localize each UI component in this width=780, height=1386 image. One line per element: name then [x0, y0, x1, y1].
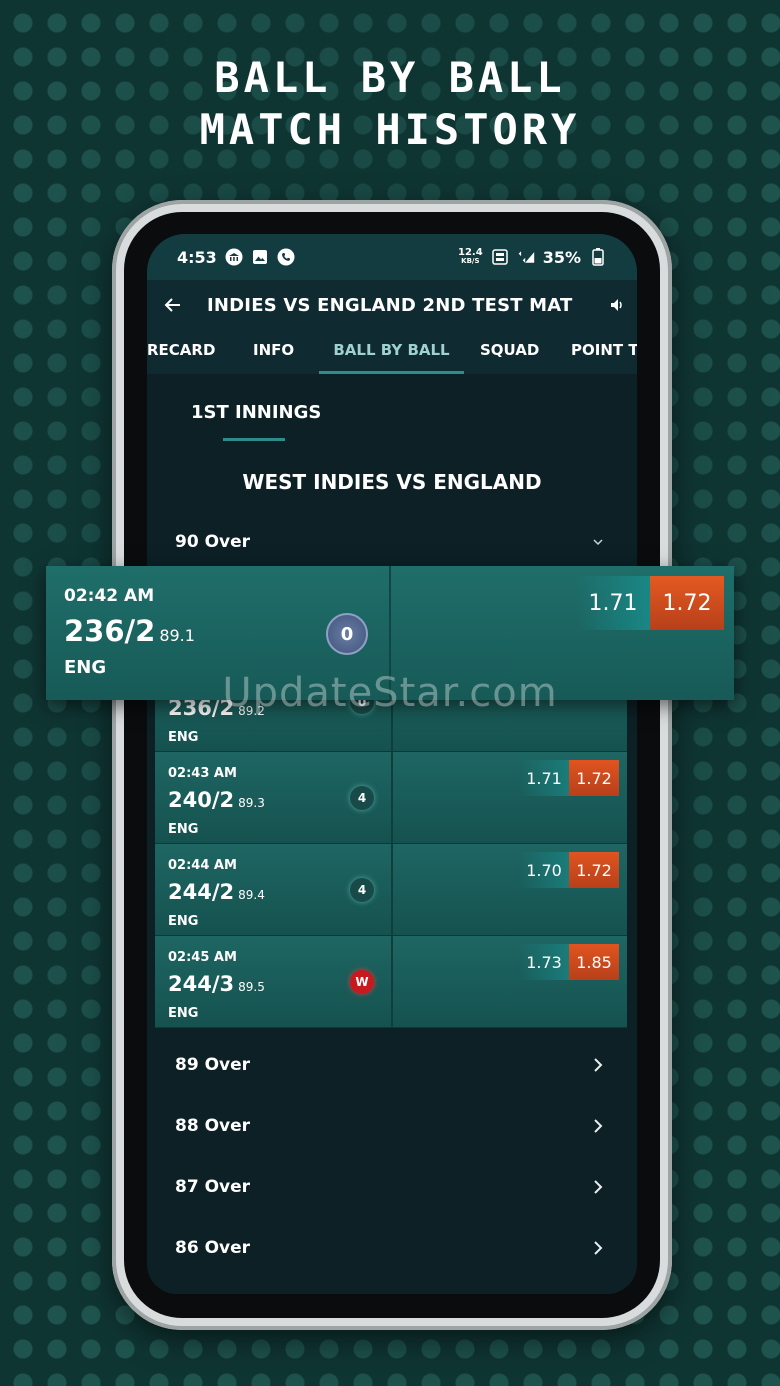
ball-team: ENG [168, 914, 199, 929]
bank-icon [225, 248, 243, 266]
ball-over: 89.1 [159, 626, 195, 645]
arrow-left-icon [164, 298, 180, 312]
tab-scorecard[interactable]: RECARD [147, 330, 215, 374]
chevron-right-icon [587, 1115, 609, 1137]
lay-odds: 1.85 [569, 944, 619, 980]
network-speed: 12.4 KB/S [458, 247, 483, 266]
ball-score: 244/3 [168, 972, 235, 996]
over-row[interactable]: 88 Over [147, 1101, 637, 1151]
ball-card: 02:45 AM 244/3 89.5 ENG W 1.73 1.85 [155, 936, 627, 1028]
ball-by-ball-content: 1ST INNINGS WEST INDIES VS ENGLAND 90 Ov… [147, 374, 637, 1294]
speaker-icon [611, 299, 622, 311]
ball-over: 89.5 [238, 980, 265, 994]
tab-info[interactable]: INFO [253, 330, 294, 374]
ball-over: 89.4 [238, 888, 265, 902]
promo-line-1: BALL BY BALL [214, 53, 566, 102]
signal-4g-icon [517, 248, 535, 266]
over-row-expanded[interactable]: 90 Over [147, 517, 637, 567]
chevron-right-icon [587, 1054, 609, 1076]
ball-time: 02:42 AM [64, 586, 155, 606]
tab-points-table[interactable]: POINT T [571, 330, 637, 374]
battery-percent: 35% [542, 247, 581, 267]
tab-ball-by-ball[interactable]: BALL BY BALL [319, 330, 464, 374]
over-row[interactable]: 86 Over [147, 1223, 637, 1273]
phone-call-icon [277, 248, 295, 266]
over-label: 88 Over [175, 1116, 251, 1136]
ball-card: 02:44 AM 244/2 89.4 ENG 4 1.70 1.72 [155, 844, 627, 936]
match-title-header: INDIES VS ENGLAND 2ND TEST MAT [207, 294, 573, 316]
ball-result: 4 [350, 878, 374, 902]
ball-time: 02:44 AM [168, 858, 237, 873]
over-label: 90 Over [175, 532, 251, 552]
chevron-down-icon [587, 531, 609, 553]
back-odds: 1.71 [519, 760, 569, 796]
back-button[interactable] [151, 283, 195, 327]
speaker-button[interactable] [597, 297, 637, 313]
match-title: WEST INDIES VS ENGLAND [242, 470, 542, 494]
over-row[interactable]: 87 Over [147, 1162, 637, 1212]
wicket-badge: W [350, 970, 374, 994]
ball-score: 244/2 [168, 880, 235, 904]
ball-time: 02:45 AM [168, 950, 237, 965]
ball-team: ENG [168, 1006, 199, 1021]
ball-team: ENG [168, 730, 199, 745]
ball-team: ENG [168, 822, 199, 837]
status-time: 4:53 [177, 247, 217, 267]
lay-odds: 1.72 [650, 576, 724, 630]
over-label: 87 Over [175, 1177, 251, 1197]
ball-result: 0 [326, 613, 368, 655]
battery-icon [589, 248, 607, 266]
image-icon [251, 248, 269, 266]
promo-headline: BALL BY BALL MATCH HISTORY [0, 52, 780, 156]
back-odds: 1.70 [519, 852, 569, 888]
ball-card: 02:43 AM 240/2 89.3 ENG 4 1.71 1.72 [155, 752, 627, 844]
ball-time: 02:43 AM [168, 766, 237, 781]
promo-line-2: MATCH HISTORY [199, 105, 581, 154]
tab-bar: RECARD INFO BALL BY BALL SQUAD POINT T [147, 330, 637, 374]
innings-tab-indicator [223, 438, 285, 441]
innings-tab-1st[interactable]: 1ST INNINGS [191, 402, 321, 423]
back-odds: 1.71 [576, 576, 650, 630]
over-label: 89 Over [175, 1055, 251, 1075]
chevron-right-icon [587, 1237, 609, 1259]
ball-result: 4 [350, 786, 374, 810]
app-bar: INDIES VS ENGLAND 2ND TEST MAT [147, 280, 637, 330]
over-row[interactable]: 89 Over [147, 1040, 637, 1090]
tab-squad[interactable]: SQUAD [480, 330, 539, 374]
ball-over: 89.3 [238, 796, 265, 810]
phone-screen: 4:53 12.4 KB/S 35% INDIES VS ENGLAND 2ND… [147, 234, 637, 1294]
ball-score: 240/2 [168, 788, 235, 812]
ball-score: 236/2 [64, 614, 156, 648]
over-label: 86 Over [175, 1238, 251, 1258]
lay-odds: 1.72 [569, 852, 619, 888]
lay-odds: 1.72 [569, 760, 619, 796]
status-bar: 4:53 12.4 KB/S 35% [147, 234, 637, 280]
watermark: UpdateStar.com [222, 670, 558, 716]
back-odds: 1.73 [519, 944, 569, 980]
chevron-right-icon [587, 1176, 609, 1198]
volte-icon [491, 248, 509, 266]
